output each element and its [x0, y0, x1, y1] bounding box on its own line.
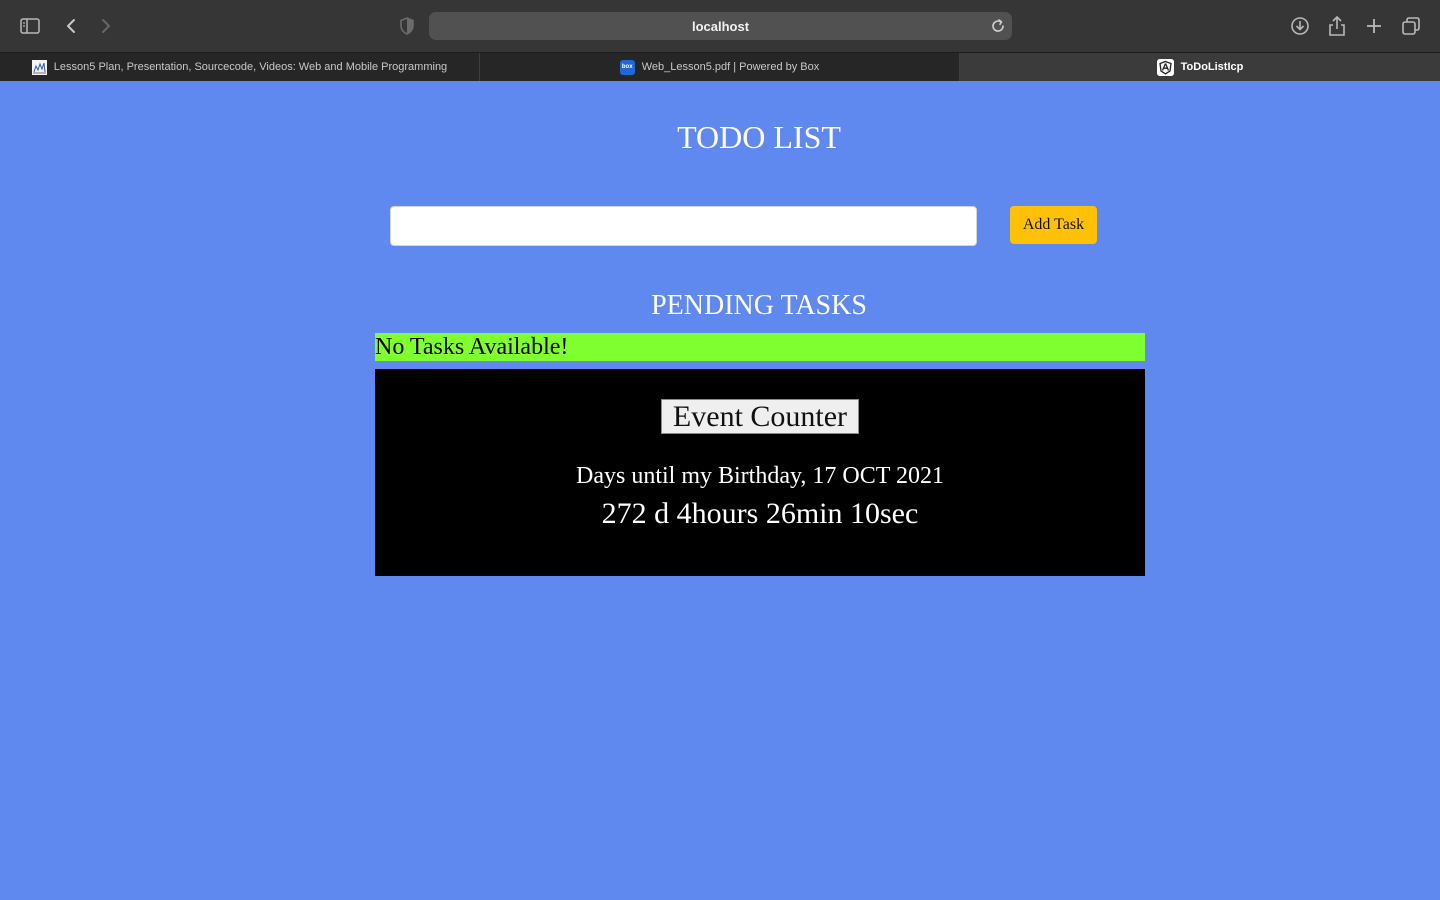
forward-arrow-icon[interactable]	[92, 12, 120, 40]
downloads-icon[interactable]	[1286, 12, 1314, 40]
todo-app-page: TODO LIST Add Task PENDING TASKS No Task…	[0, 81, 1440, 900]
sidebar-toggle-icon[interactable]	[16, 12, 44, 40]
browser-toolbar: localhost	[0, 0, 1440, 52]
event-counter-button[interactable]: Event Counter	[661, 399, 859, 434]
reload-icon[interactable]	[990, 18, 1006, 34]
back-arrow-icon[interactable]	[57, 12, 85, 40]
add-task-button[interactable]: Add Task	[1010, 206, 1097, 244]
birthday-label: Days until my Birthday, 17 OCT 2021	[576, 463, 944, 489]
privacy-shield-icon[interactable]	[397, 16, 417, 36]
pending-tasks-heading: PENDING TASKS	[651, 290, 867, 321]
tab-todolisticp[interactable]: ToDoListIcp	[960, 53, 1440, 81]
new-tab-plus-icon[interactable]	[1360, 12, 1388, 40]
event-counter-panel: Event Counter Days until my Birthday, 17…	[375, 369, 1145, 576]
box-logo-icon: box	[619, 59, 635, 75]
tab-label: ToDoListIcp	[1180, 61, 1244, 73]
task-input[interactable]	[390, 206, 977, 246]
share-icon[interactable]	[1323, 12, 1351, 40]
tab-overview-icon[interactable]	[1397, 12, 1425, 40]
tab-lesson5-plan[interactable]: Lesson5 Plan, Presentation, Sourcecode, …	[0, 53, 480, 81]
browser-chrome: localhost Lesson5 Plan, Presentation, So…	[0, 0, 1440, 81]
no-tasks-message: No Tasks Available!	[375, 333, 1145, 361]
address-text: localhost	[691, 18, 750, 34]
page-title: TODO LIST	[677, 119, 841, 155]
address-bar[interactable]: localhost	[429, 12, 1012, 40]
tab-label: Lesson5 Plan, Presentation, Sourcecode, …	[53, 61, 448, 73]
angular-logo-icon	[1156, 58, 1174, 76]
tab-web-lesson5-pdf[interactable]: box Web_Lesson5.pdf | Powered by Box	[480, 53, 960, 81]
tab-bar: Lesson5 Plan, Presentation, Sourcecode, …	[0, 52, 1440, 81]
chart-icon	[31, 59, 47, 75]
tab-label: Web_Lesson5.pdf | Powered by Box	[641, 61, 820, 73]
countdown-value: 272 d 4hours 26min 10sec	[601, 497, 919, 530]
